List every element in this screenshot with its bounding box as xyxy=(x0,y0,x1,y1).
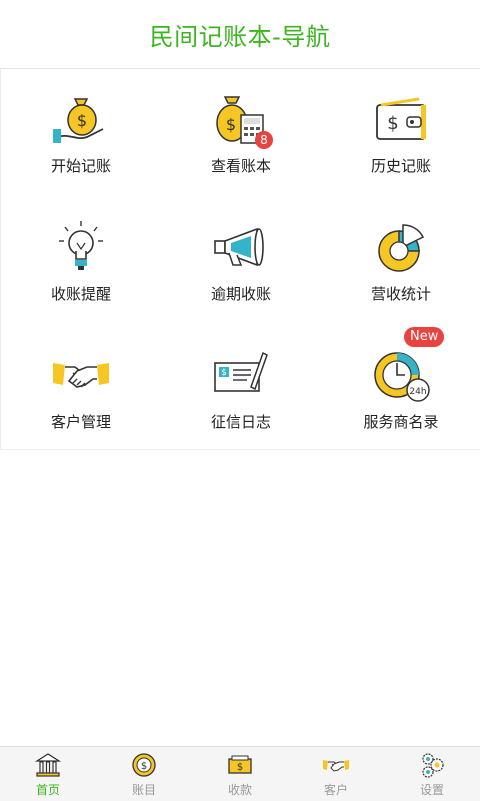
tab-label: 收款 xyxy=(227,783,252,797)
nav-grid: $ 开始记账 $ 查看账本 $ 历史记账 收账提醒 逾期收账 营收统计 客户管理… xyxy=(0,69,480,450)
tab-label: 账目 xyxy=(131,783,156,797)
clock-24h-icon: 24h xyxy=(374,352,430,402)
svg-text:$: $ xyxy=(141,761,147,772)
megaphone-icon xyxy=(214,227,264,267)
bottom-tab-bar: 首页 $ 账目 $ 收款 客户 设置 xyxy=(0,746,480,801)
tile-credit-log[interactable]: $ 征信日志 xyxy=(161,325,321,453)
bank-icon xyxy=(34,753,62,777)
tab-collect[interactable]: $ 收款 xyxy=(192,747,288,801)
tab-label: 设置 xyxy=(419,783,444,797)
svg-text:$: $ xyxy=(221,368,227,378)
wallet-icon: $ xyxy=(376,97,426,140)
tile-service-provider-directory[interactable]: 24h 服务商名录 xyxy=(321,325,480,453)
tile-customer-management[interactable]: 客户管理 xyxy=(1,325,161,453)
tile-label: 查看账本 xyxy=(210,157,271,175)
svg-text:$: $ xyxy=(226,115,236,134)
tab-home[interactable]: 首页 xyxy=(0,747,96,801)
tile-history[interactable]: $ 历史记账 xyxy=(321,69,480,197)
tab-settings[interactable]: 设置 xyxy=(384,747,480,801)
check-pen-icon: $ xyxy=(214,351,268,392)
tab-accounts[interactable]: $ 账目 xyxy=(96,747,192,801)
tab-label: 客户 xyxy=(323,783,348,797)
svg-text:$: $ xyxy=(77,111,87,130)
coin-icon: $ xyxy=(132,753,156,777)
money-bag-hand-icon: $ xyxy=(53,98,104,143)
tile-collection-reminder[interactable]: 收账提醒 xyxy=(1,197,161,325)
lightbulb-icon xyxy=(59,221,103,270)
app-header: 民间记账本-导航 xyxy=(0,0,480,69)
gears-icon xyxy=(422,753,444,778)
handshake-icon xyxy=(53,363,109,388)
tile-label: 征信日志 xyxy=(210,413,271,431)
tile-view-ledger[interactable]: $ 查看账本 xyxy=(161,69,321,197)
tile-label: 客户管理 xyxy=(50,413,111,431)
tab-customers[interactable]: 客户 xyxy=(288,747,384,801)
tile-label: 营收统计 xyxy=(370,285,431,303)
svg-text:24h: 24h xyxy=(409,387,426,397)
tile-label: 服务商名录 xyxy=(363,413,439,431)
tab-label: 首页 xyxy=(35,783,60,797)
tile-overdue-collection[interactable]: 逾期收账 xyxy=(161,197,321,325)
cash-icon: $ xyxy=(228,755,252,774)
page-title: 民间记账本-导航 xyxy=(149,22,331,51)
new-badge: New xyxy=(404,327,445,347)
tile-label: 历史记账 xyxy=(370,157,431,175)
overdue-count-badge: 8 xyxy=(255,131,273,149)
tile-label: 开始记账 xyxy=(50,157,111,175)
tile-revenue-stats[interactable]: 营收统计 xyxy=(321,197,480,325)
handshake-icon xyxy=(323,760,349,772)
pie-chart-icon xyxy=(378,224,425,272)
tile-label: 收账提醒 xyxy=(50,285,111,303)
tile-label: 逾期收账 xyxy=(210,285,271,303)
svg-text:$: $ xyxy=(387,113,398,134)
svg-text:$: $ xyxy=(237,762,243,773)
tile-start-bookkeeping[interactable]: $ 开始记账 xyxy=(1,69,161,197)
